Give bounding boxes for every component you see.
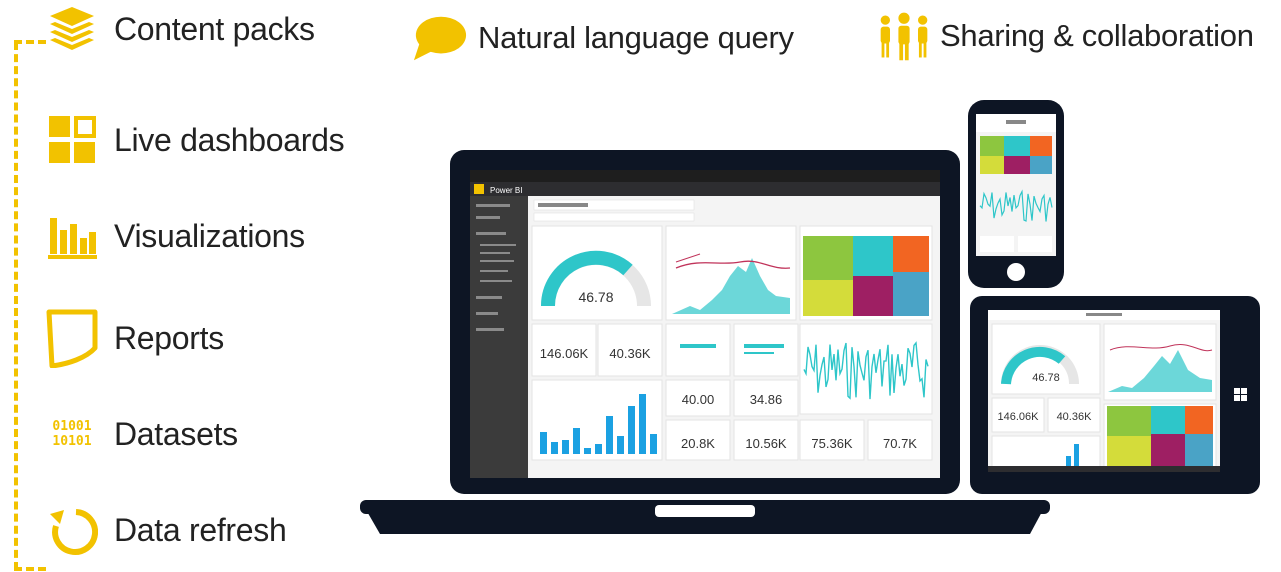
connector-bottom xyxy=(14,567,46,571)
card-value: 10.56K xyxy=(745,436,787,451)
connector-top xyxy=(14,40,46,44)
devices-illustration: Power BI 46.78 146.06K 40.36K 40.00 34.8… xyxy=(360,100,1260,534)
laptop: Power BI 46.78 146.06K 40.36K 40.00 34.8… xyxy=(360,150,1050,534)
card-value: 40.36K xyxy=(609,346,651,361)
refresh-icon xyxy=(44,502,100,558)
column-bar xyxy=(617,436,624,454)
layers-icon xyxy=(44,4,100,60)
people-icon xyxy=(876,8,932,64)
feature-visualizations: Visualizations xyxy=(44,208,305,264)
binary-line: 10101 xyxy=(52,434,92,449)
feature-live-dashboards: Live dashboards xyxy=(44,112,345,168)
card-value: 40.36K xyxy=(1057,411,1093,423)
feature-label: Sharing & collaboration xyxy=(940,18,1254,53)
report-page-icon xyxy=(44,309,100,368)
column-bar xyxy=(562,440,569,454)
column-bar xyxy=(650,434,657,454)
column-bar xyxy=(573,428,580,454)
feature-label: Live dashboards xyxy=(114,121,345,158)
phone xyxy=(968,100,1064,288)
column-bar xyxy=(606,416,613,454)
card-value: 146.06K xyxy=(540,346,589,361)
card-value: 20.8K xyxy=(681,436,715,451)
feature-datasets: 01001 10101 Datasets xyxy=(44,406,238,462)
binary-data-icon: 01001 10101 xyxy=(44,406,100,462)
column-bar xyxy=(551,442,558,454)
feature-sharing-collaboration: Sharing & collaboration xyxy=(876,8,1254,64)
column-bar xyxy=(540,432,547,454)
feature-label: Content packs xyxy=(114,10,315,47)
column-bar xyxy=(584,448,591,454)
column-bar xyxy=(639,394,646,454)
gauge-value: 46.78 xyxy=(578,289,613,305)
card-value: 146.06K xyxy=(998,411,1040,423)
feature-content-packs: Content packs xyxy=(44,4,315,60)
feature-label: Reports xyxy=(114,319,224,356)
feature-data-refresh: Data refresh xyxy=(44,502,287,558)
card-value: 34.86 xyxy=(750,392,783,407)
app-nav-pane xyxy=(470,196,528,478)
feature-label: Datasets xyxy=(114,415,238,452)
column-bar xyxy=(595,444,602,454)
card-value: 75.36K xyxy=(811,436,853,451)
feature-reports: Reports xyxy=(44,309,224,368)
speech-bubble-icon xyxy=(412,10,468,66)
feature-label: Visualizations xyxy=(114,217,305,254)
windows-logo-icon xyxy=(1234,388,1247,401)
bar-chart-icon xyxy=(44,208,100,264)
tablet: 46.78 146.06K 40.36K xyxy=(970,296,1260,494)
feature-label: Natural language query xyxy=(478,20,794,55)
binary-line: 01001 xyxy=(52,419,92,434)
feature-natural-language-query: Natural language query xyxy=(412,10,794,66)
dashboard-tiles-icon xyxy=(44,112,100,168)
card-value: 70.7K xyxy=(883,436,917,451)
card-value: 40.00 xyxy=(682,392,715,407)
laptop-screen xyxy=(470,170,940,478)
tablet-screen xyxy=(988,310,1220,472)
gauge-value: 46.78 xyxy=(1032,372,1060,384)
phone-screen xyxy=(976,114,1056,256)
connector-line xyxy=(14,42,18,570)
column-bar xyxy=(628,406,635,454)
feature-label: Data refresh xyxy=(114,511,287,548)
app-title: Power BI xyxy=(490,186,522,195)
